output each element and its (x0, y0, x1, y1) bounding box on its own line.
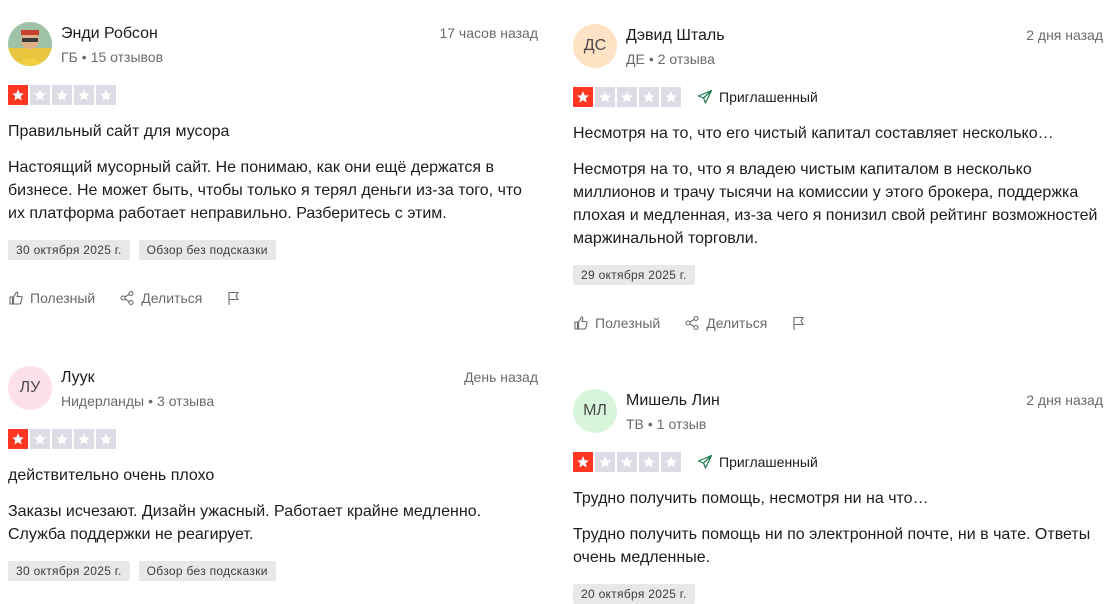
review-card: МЛ Мишель Лин ТВ • 1 отзыв 2 дня назад При… (573, 389, 1103, 604)
star-icon (639, 452, 659, 472)
reviewer-meta: Нидерланды • 3 отзыва (61, 393, 214, 409)
share-icon (120, 290, 134, 306)
reviewer-reviews-count: 15 отзывов (90, 49, 164, 65)
star-icon (595, 452, 615, 472)
thumbs-up-icon (9, 291, 23, 305)
star-rating (8, 85, 116, 105)
invited-label: Приглашенный (719, 89, 818, 105)
review-title[interactable]: действительно очень плохо (8, 465, 538, 487)
review-date: 30 октября 2025 г. (8, 561, 130, 581)
review-card: ДС Дэвид Шталь ДЕ • 2 отзыва 2 дня назад П… (573, 24, 1103, 331)
reviewer-name[interactable]: Луук (61, 369, 95, 387)
review-date: 20 октября 2025 г. (573, 584, 695, 604)
invited-label: Приглашенный (719, 454, 818, 470)
avatar-photo-icon (8, 22, 52, 66)
flag-icon (793, 316, 805, 330)
reviewer-reviews-count: 1 отзыв (656, 416, 707, 432)
star-icon (96, 429, 116, 449)
review-body: Заказы исчезают. Дизайн ужасный. Работае… (8, 503, 482, 543)
review-time: 17 часов назад (439, 25, 538, 41)
review-card: Энди Робсон ГБ • 15 отзывов 17 часов назад… (8, 22, 538, 306)
star-icon (617, 87, 637, 107)
reviewer-meta: ДЕ • 2 отзыва (626, 51, 715, 67)
review-time: 2 дня назад (1026, 27, 1103, 43)
star-icon (617, 452, 637, 472)
avatar-initials: ДС (583, 37, 607, 54)
reviewer-reviews-count: 2 отзыва (657, 51, 715, 67)
star-icon (52, 85, 72, 105)
review-card: ЛУ Луук Нидерланды • 3 отзыва День назад д… (8, 366, 538, 581)
separator-dot: • (81, 49, 87, 65)
review-date: 29 октября 2025 г. (573, 265, 695, 285)
send-icon (697, 89, 713, 104)
review-body: Трудно получить помощь ни по электронной… (573, 526, 1091, 566)
reviewer-country: ДЕ (626, 51, 645, 67)
star-icon (639, 87, 659, 107)
report-button[interactable] (226, 290, 242, 306)
share-button[interactable]: Делиться (119, 290, 202, 306)
helpful-button[interactable]: Полезный (8, 290, 95, 306)
review-time: 2 дня назад (1026, 392, 1103, 408)
avatar-initials: ЛУ (19, 379, 41, 396)
share-label: Делиться (706, 315, 768, 331)
separator-dot: • (647, 416, 653, 432)
avatar[interactable]: МЛ (573, 389, 617, 433)
star-icon (8, 429, 28, 449)
helpful-label: Полезный (595, 315, 661, 331)
reviewer-name[interactable]: Энди Робсон (61, 25, 158, 43)
reviewer-reviews-count: 3 отзыва (157, 393, 215, 409)
star-rating (573, 452, 681, 472)
share-button[interactable]: Делиться (684, 315, 767, 331)
helpful-button[interactable]: Полезный (573, 315, 660, 331)
review-source-tag[interactable]: Обзор без подсказки (138, 240, 276, 260)
thumbs-up-icon (574, 316, 588, 330)
star-icon (74, 85, 94, 105)
reviewer-meta: ТВ • 1 отзыв (626, 416, 706, 432)
star-rating (8, 429, 116, 449)
helpful-label: Полезный (30, 290, 96, 306)
reviewer-name[interactable]: Мишель Лин (626, 392, 720, 410)
star-icon (573, 452, 593, 472)
reviewer-meta: ГБ • 15 отзывов (61, 49, 163, 65)
avatar[interactable]: ДС (573, 24, 617, 68)
share-icon (685, 315, 699, 331)
star-icon (595, 87, 615, 107)
review-body: Несмотря на то, что я владею чистым капи… (573, 161, 1098, 247)
review-title[interactable]: Правильный сайт для мусора (8, 121, 538, 143)
star-icon (8, 85, 28, 105)
star-icon (661, 452, 681, 472)
invited-badge[interactable]: Приглашенный (697, 89, 818, 105)
review-title[interactable]: Несмотря на то, что его чистый капитал с… (573, 123, 1103, 145)
avatar-photo[interactable] (8, 22, 52, 66)
report-button[interactable] (791, 315, 807, 331)
avatar[interactable]: ЛУ (8, 366, 52, 410)
reviewer-name[interactable]: Дэвид Шталь (626, 27, 725, 45)
review-title[interactable]: Трудно получить помощь, несмотря ни на ч… (573, 488, 1103, 510)
star-icon (30, 429, 50, 449)
review-time: День назад (464, 369, 538, 385)
separator-dot: • (148, 393, 154, 409)
star-rating (573, 87, 681, 107)
avatar-initials: МЛ (583, 402, 607, 419)
invited-badge[interactable]: Приглашенный (697, 454, 818, 470)
review-body: Настоящий мусорный сайт. Не понимаю, как… (8, 159, 522, 222)
reviewer-country: ТВ (626, 416, 644, 432)
separator-dot: • (648, 51, 654, 67)
star-icon (74, 429, 94, 449)
star-icon (96, 85, 116, 105)
star-icon (573, 87, 593, 107)
review-source-tag[interactable]: Обзор без подсказки (138, 561, 276, 581)
review-date: 30 октября 2025 г. (8, 240, 130, 260)
star-icon (30, 85, 50, 105)
reviewer-country: ГБ (61, 49, 78, 65)
star-icon (661, 87, 681, 107)
flag-icon (228, 291, 240, 305)
share-label: Делиться (141, 290, 203, 306)
send-icon (697, 454, 713, 469)
reviewer-country: Нидерланды (61, 393, 145, 409)
star-icon (52, 429, 72, 449)
